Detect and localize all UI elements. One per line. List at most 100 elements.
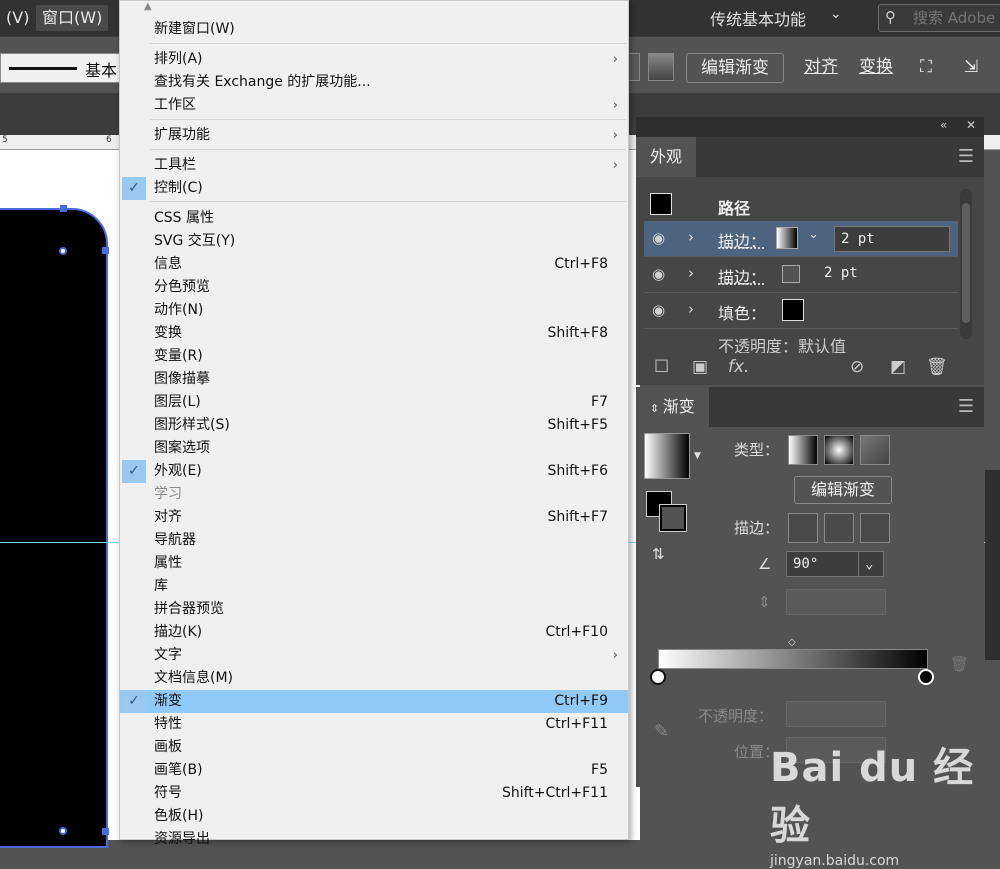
menu-item[interactable]: 画笔(B) F5 [120,759,628,782]
trash-icon[interactable]: 🗑 [926,357,948,377]
chevron-right-icon[interactable]: › [688,264,694,282]
menu-item[interactable]: 属性 [120,552,628,575]
anchor-point[interactable] [102,247,109,254]
menu-window[interactable]: 窗口(W) [36,5,109,31]
search-box[interactable]: ⚲ [878,4,1000,32]
menu-item[interactable]: ✓ 渐变 Ctrl+F9 [120,690,628,713]
menu-item[interactable]: 文档信息(M) [120,667,628,690]
menu-item[interactable]: ✓ 外观(E) Shift+F6 [120,460,628,483]
gradient-stop-black[interactable] [918,669,934,685]
menu-item[interactable]: 描边(K) Ctrl+F10 [120,621,628,644]
opacity-label[interactable]: 不透明度：默认值 [718,333,846,353]
menu-item[interactable]: SVG 交互(Y) [120,230,628,253]
menu-item[interactable]: 新建窗口(W) [120,18,628,41]
isolate-icon[interactable]: ⛶ [912,53,940,83]
stroke-along-button[interactable] [824,513,854,543]
reverse-gradient-icon[interactable]: ⇅ [652,545,665,563]
menu-item[interactable]: ✓ 控制(C) [120,177,628,200]
stroke-indicator[interactable] [659,504,687,532]
stroke-within-button[interactable] [788,513,818,543]
chevron-right-icon[interactable]: › [688,228,694,246]
close-icon[interactable]: ✕ [966,118,976,132]
rounded-rect-shape[interactable] [0,208,108,848]
duplicate-item-icon[interactable]: ◩ [890,357,906,377]
arrange-icon[interactable]: ⇲ [956,53,986,83]
eyedropper-icon[interactable]: ✎ [654,721,669,742]
scroll-up-arrow[interactable]: ▲ [144,1,152,12]
menu-item[interactable]: 排列(A) › [120,48,628,71]
appearance-row-stroke-2[interactable]: ◉ › 描边： 2 pt [644,257,958,293]
trash-icon[interactable]: 🗑 [950,655,969,673]
menu-item[interactable]: 特性 Ctrl+F11 [120,713,628,736]
stroke-swatch[interactable] [782,265,800,283]
stroke-style-picker[interactable]: 基本 [0,53,120,83]
menu-item[interactable]: 拼合器预览 [120,598,628,621]
corner-widget[interactable] [59,247,67,255]
search-input[interactable] [913,7,1000,29]
menu-item[interactable]: 画板 [120,736,628,759]
freeform-gradient-button[interactable] [860,435,890,465]
eye-icon[interactable]: ◉ [652,265,665,283]
fill-swatch[interactable] [782,299,804,321]
stroke-swatch[interactable] [776,227,798,249]
menu-item[interactable]: 动作(N) [120,299,628,322]
gradient-stop-white[interactable] [650,669,666,685]
chevron-down-icon[interactable]: ⌄ [808,227,819,242]
clear-appearance-icon[interactable]: ⊘ [850,357,864,377]
corner-widget[interactable] [59,827,67,835]
menu-item[interactable]: 分色预览 [120,276,628,299]
linear-gradient-button[interactable] [788,435,818,465]
menu-item[interactable]: 工具栏 › [120,154,628,177]
eye-icon[interactable]: ◉ [652,301,665,319]
transform-link[interactable]: 变换 [851,53,901,83]
stroke-label[interactable]: 描边： [718,264,766,288]
stroke-weight-field[interactable]: 2 pt [834,226,950,252]
stroke-label[interactable]: 描边： [718,228,766,252]
appearance-row-stroke[interactable]: ◉ › 描边： ⌄ 2 pt [644,221,958,257]
edit-gradient-button[interactable]: 编辑渐变 [794,476,892,504]
menu-item[interactable]: 工作区 › [120,94,628,117]
appearance-row-opacity[interactable]: 不透明度：默认值 [644,329,958,353]
gradient-slider[interactable] [658,649,928,669]
menu-item[interactable]: 图案选项 [120,437,628,460]
menu-item[interactable]: 图形样式(S) Shift+F5 [120,414,628,437]
menu-item[interactable]: 文字 › [120,644,628,667]
fx-icon[interactable]: fx. [728,357,749,377]
add-stroke-icon[interactable]: ☐ [654,357,669,377]
midpoint-diamond[interactable]: ◇ [788,637,796,648]
radial-gradient-button[interactable] [824,435,854,465]
gradient-swatch-icon[interactable] [648,53,674,81]
gradient-thumbnail[interactable] [644,433,690,479]
triangle-down-icon[interactable]: ▼ [694,451,701,461]
menu-item[interactable]: 导航器 [120,529,628,552]
tab-gradient[interactable]: ⇕ 渐变 [636,387,709,427]
appearance-scrollbar[interactable] [960,189,972,339]
menu-item[interactable]: 符号 Shift+Ctrl+F11 [120,782,628,805]
chevron-right-icon[interactable]: › [688,300,694,318]
workspace-switcher[interactable]: 传统基本功能 [710,6,806,30]
panel-menu-icon[interactable]: ☰ [958,396,974,417]
menu-item[interactable]: 图层(L) F7 [120,391,628,414]
chevron-down-icon[interactable]: ⌄ [830,6,842,22]
fill-label[interactable]: 填色： [718,300,766,324]
menu-item[interactable]: CSS 属性 [120,207,628,230]
collapse-icon[interactable]: « [940,118,947,132]
menu-item[interactable]: 色板(H) [120,805,628,828]
menu-item[interactable]: 对齐 Shift+F7 [120,506,628,529]
menu-item[interactable]: 扩展功能 › [120,124,628,147]
edit-gradient-button[interactable]: 编辑渐变 [686,53,784,83]
menu-item[interactable]: 变量(R) [120,345,628,368]
scroll-thumb[interactable] [962,203,970,323]
menu-item[interactable]: 查找有关 Exchange 的扩展功能... [120,71,628,94]
anchor-point[interactable] [60,205,67,212]
menu-item[interactable]: 信息 Ctrl+F8 [120,253,628,276]
stroke-across-button[interactable] [860,513,890,543]
anchor-point[interactable] [102,828,109,835]
appearance-row-fill[interactable]: ◉ › 填色： [644,293,958,329]
panel-menu-icon[interactable]: ☰ [958,146,974,167]
menu-item[interactable]: 图像描摹 [120,368,628,391]
add-fill-icon[interactable]: ▣ [692,357,708,377]
tab-appearance[interactable]: 外观 [636,137,697,177]
chevron-down-icon[interactable]: ⌄ [858,551,884,577]
eye-icon[interactable]: ◉ [652,229,665,247]
